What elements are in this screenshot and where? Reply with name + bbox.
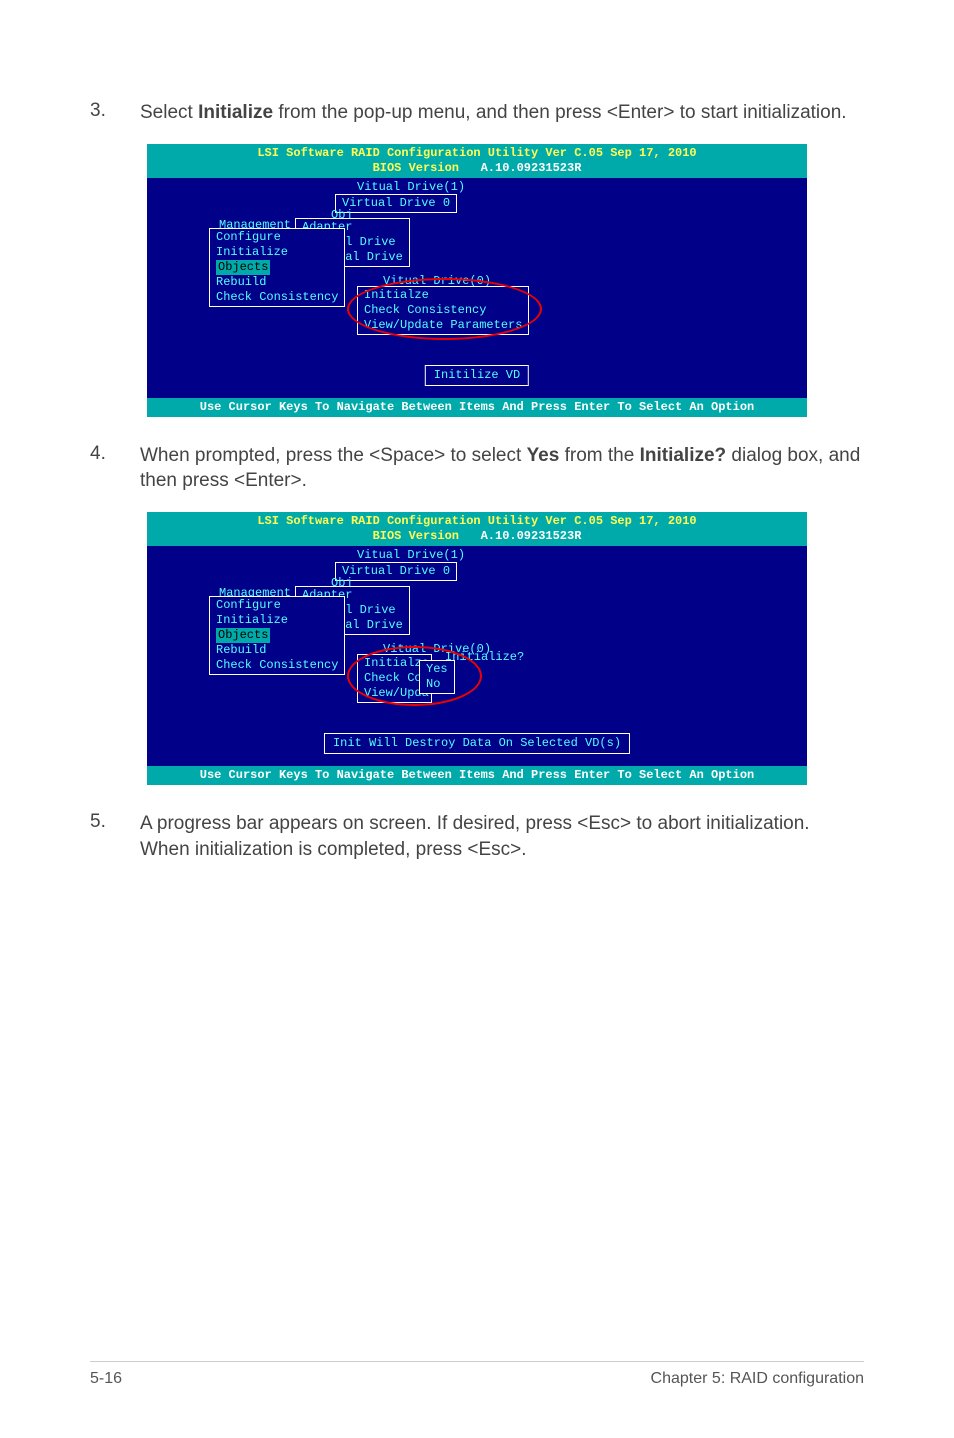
bios-screenshot-1: LSI Software RAID Configuration Utility … (90, 144, 864, 417)
bios-title: LSI Software RAID Configuration Utility … (257, 146, 696, 160)
management-menu: Configure Initialize Objects Rebuild Che… (209, 596, 345, 675)
option-no: No (426, 677, 448, 692)
menu-item-check: Check Consistency (216, 658, 338, 673)
text: from the pop-up menu, and then press <En… (273, 102, 847, 123)
status-bar: Initilize VD (425, 365, 529, 386)
bios-panel: LSI Software RAID Configuration Utility … (147, 512, 807, 785)
step-number: 4. (90, 443, 140, 494)
page-footer: 5-16 Chapter 5: RAID configuration (90, 1361, 864, 1388)
menu-item-rebuild: Rebuild (216, 643, 338, 658)
bios-version-label: BIOS Version (373, 161, 459, 175)
management-menu: Configure Initialize Objects Rebuild Che… (209, 228, 345, 307)
bios-version: A.10.09231523R (481, 161, 582, 175)
step-number: 5. (90, 811, 140, 862)
bios-title: LSI Software RAID Configuration Utility … (257, 514, 696, 528)
vd-label: Vitual Drive(1) (357, 180, 465, 195)
chapter-label: Chapter 5: RAID configuration (651, 1370, 864, 1388)
step-3: 3. Select Initialize from the pop-up men… (90, 100, 864, 126)
step-5: 5. A progress bar appears on screen. If … (90, 811, 864, 862)
menu-item-configure: Configure (216, 230, 338, 245)
status-bar: Init Will Destroy Data On Selected VD(s) (324, 733, 630, 754)
vd-label: Vitual Drive(1) (357, 548, 465, 563)
option-yes: Yes (426, 662, 448, 677)
bios-header: LSI Software RAID Configuration Utility … (147, 512, 807, 546)
menu-item-objects: Objects (216, 260, 338, 275)
menu-item-initialize: Initialze (364, 288, 522, 303)
step-text: A progress bar appears on screen. If des… (140, 811, 864, 862)
text: from the (559, 445, 639, 466)
step-text: Select Initialize from the pop-up menu, … (140, 100, 847, 126)
bios-footer: Use Cursor Keys To Navigate Between Item… (147, 766, 807, 785)
text: When prompted, press the <Space> to sele… (140, 445, 527, 466)
text: Select (140, 102, 198, 123)
menu-item-view: View/Update Parameters (364, 318, 522, 333)
page-number: 5-16 (90, 1370, 122, 1388)
vd-box: Virtual Drive 0 (335, 194, 457, 213)
menu-item-configure: Configure (216, 598, 338, 613)
bios-screenshot-2: LSI Software RAID Configuration Utility … (90, 512, 864, 785)
menu-item-rebuild: Rebuild (216, 275, 338, 290)
bios-panel: LSI Software RAID Configuration Utility … (147, 144, 807, 417)
bios-header: LSI Software RAID Configuration Utility … (147, 144, 807, 178)
bios-footer: Use Cursor Keys To Navigate Between Item… (147, 398, 807, 417)
bold: Initialize (198, 102, 273, 123)
bios-body: Vitual Drive(1) Virtual Drive 0 Obj Mana… (147, 178, 807, 398)
initialize-dialog-label: Initialize? (445, 650, 524, 665)
menu-item-objects: Objects (216, 628, 338, 643)
bold: Initialize? (640, 445, 727, 466)
menu-item-initialize: Initialize (216, 245, 338, 260)
vd-box: Virtual Drive 0 (335, 562, 457, 581)
menu-item-initialize: Initialize (216, 613, 338, 628)
step-4: 4. When prompted, press the <Space> to s… (90, 443, 864, 494)
bios-body: Vitual Drive(1) Virtual Drive 0 Obj Mana… (147, 546, 807, 766)
bios-version-label: BIOS Version (373, 529, 459, 543)
step-number: 3. (90, 100, 140, 126)
vd0-menu: Initialze Check Consistency View/Update … (357, 286, 529, 335)
step-text: When prompted, press the <Space> to sele… (140, 443, 864, 494)
bold: Yes (527, 445, 560, 466)
menu-item-check: Check Consistency (216, 290, 338, 305)
bios-version: A.10.09231523R (481, 529, 582, 543)
initialize-dialog: Yes No (419, 660, 455, 694)
menu-item-check: Check Consistency (364, 303, 522, 318)
